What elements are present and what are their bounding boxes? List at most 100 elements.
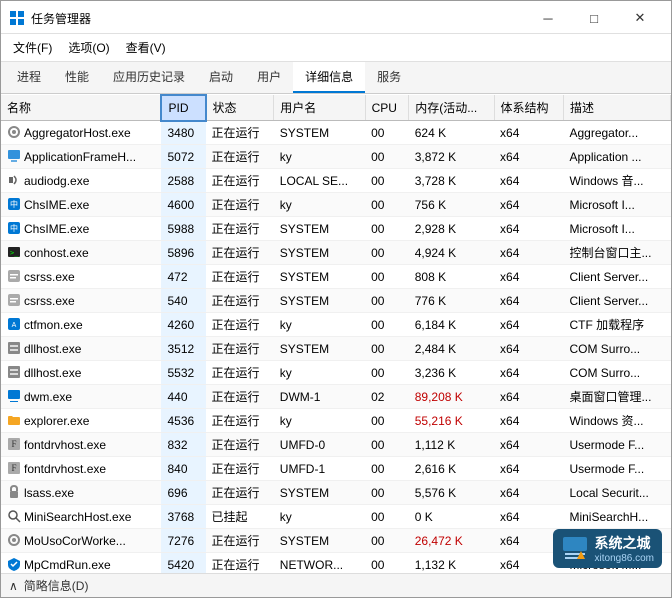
col-header-status[interactable]: 状态 (206, 95, 274, 121)
svg-text:中: 中 (10, 199, 18, 209)
process-pid: 3512 (161, 337, 205, 361)
process-arch: x64 (494, 361, 563, 385)
status-bar[interactable]: ∧ 简略信息(D) (1, 573, 671, 597)
process-cpu: 00 (365, 121, 409, 145)
process-arch: x64 (494, 409, 563, 433)
col-header-cpu[interactable]: CPU (365, 95, 409, 121)
table-row[interactable]: audiodg.exe2588正在运行LOCAL SE...003,728 Kx… (1, 169, 671, 193)
process-arch: x64 (494, 265, 563, 289)
table-row[interactable]: Actfmon.exe4260正在运行ky006,184 Kx64CTF 加载程… (1, 313, 671, 337)
menu-item[interactable]: 文件(F) (5, 36, 60, 59)
process-user: UMFD-1 (274, 457, 365, 481)
table-row[interactable]: explorer.exe4536正在运行ky0055,216 Kx64Windo… (1, 409, 671, 433)
process-status: 正在运行 (206, 433, 274, 457)
process-arch: x64 (494, 385, 563, 409)
table-header-row: 名称PID状态用户名CPU内存(活动...体系结构描述 (1, 95, 671, 121)
process-status: 已挂起 (206, 505, 274, 529)
table-row[interactable]: ApplicationFrameH...5072正在运行ky003,872 Kx… (1, 145, 671, 169)
table-row[interactable]: dwm.exe440正在运行DWM-10289,208 Kx64桌面窗口管理..… (1, 385, 671, 409)
process-arch: x64 (494, 481, 563, 505)
process-memory: 2,484 K (409, 337, 494, 361)
svg-text:A: A (12, 322, 17, 329)
menu-item[interactable]: 选项(O) (60, 36, 117, 59)
process-arch: x64 (494, 505, 563, 529)
process-icon (7, 413, 21, 427)
process-pid: 7276 (161, 529, 205, 553)
process-pid: 540 (161, 289, 205, 313)
table-row[interactable]: Ffontdrvhost.exe832正在运行UMFD-0001,112 Kx6… (1, 433, 671, 457)
table-row[interactable]: AggregatorHost.exe3480正在运行SYSTEM00624 Kx… (1, 121, 671, 145)
table-row[interactable]: Ffontdrvhost.exe840正在运行UMFD-1002,616 Kx6… (1, 457, 671, 481)
process-icon (7, 485, 21, 499)
process-icon (7, 173, 21, 187)
table-row[interactable]: 中ChsIME.exe5988正在运行SYSTEM002,928 Kx64Mic… (1, 217, 671, 241)
process-user: SYSTEM (274, 481, 365, 505)
col-header-arch[interactable]: 体系结构 (494, 95, 563, 121)
table-row[interactable]: >_conhost.exe5896正在运行SYSTEM004,924 Kx64控… (1, 241, 671, 265)
process-desc: Application ... (563, 145, 670, 169)
process-table-container[interactable]: 名称PID状态用户名CPU内存(活动...体系结构描述 AggregatorHo… (1, 94, 671, 573)
process-pid: 5896 (161, 241, 205, 265)
tab-进程[interactable]: 进程 (5, 62, 53, 93)
process-name: ChsIME.exe (24, 198, 89, 212)
process-pid: 2588 (161, 169, 205, 193)
process-desc: MoUSO Cor... (563, 529, 670, 553)
process-cpu: 00 (365, 361, 409, 385)
process-arch: x64 (494, 241, 563, 265)
process-memory: 3,236 K (409, 361, 494, 385)
table-row[interactable]: MpCmdRun.exe5420正在运行NETWOR...001,132 Kx6… (1, 553, 671, 574)
process-desc: COM Surro... (563, 361, 670, 385)
process-memory: 3,872 K (409, 145, 494, 169)
process-status: 正在运行 (206, 361, 274, 385)
table-row[interactable]: lsass.exe696正在运行SYSTEM005,576 Kx64Local … (1, 481, 671, 505)
col-header-user[interactable]: 用户名 (274, 95, 365, 121)
process-pid: 440 (161, 385, 205, 409)
tab-应用历史记录[interactable]: 应用历史记录 (101, 62, 197, 93)
col-header-name[interactable]: 名称 (1, 95, 161, 121)
process-status: 正在运行 (206, 481, 274, 505)
maximize-button[interactable]: □ (571, 7, 617, 29)
process-cpu: 00 (365, 553, 409, 574)
process-arch: x64 (494, 193, 563, 217)
process-name: ctfmon.exe (24, 318, 83, 332)
process-desc: Usermode F... (563, 433, 670, 457)
menu-item[interactable]: 查看(V) (118, 36, 174, 59)
table-row[interactable]: MiniSearchHost.exe3768已挂起ky000 Kx64MiniS… (1, 505, 671, 529)
process-name: fontdrvhost.exe (24, 462, 106, 476)
process-name-cell: csrss.exe (1, 265, 161, 289)
table-row[interactable]: csrss.exe540正在运行SYSTEM00776 Kx64Client S… (1, 289, 671, 313)
table-row[interactable]: csrss.exe472正在运行SYSTEM00808 Kx64Client S… (1, 265, 671, 289)
table-row[interactable]: dllhost.exe5532正在运行ky003,236 Kx64COM Sur… (1, 361, 671, 385)
process-pid: 5072 (161, 145, 205, 169)
process-arch: x64 (494, 145, 563, 169)
table-row[interactable]: dllhost.exe3512正在运行SYSTEM002,484 Kx64COM… (1, 337, 671, 361)
process-desc: Local Securit... (563, 481, 670, 505)
process-cpu: 00 (365, 193, 409, 217)
process-memory: 5,576 K (409, 481, 494, 505)
col-header-memory[interactable]: 内存(活动... (409, 95, 494, 121)
process-name-cell: lsass.exe (1, 481, 161, 505)
col-header-pid[interactable]: PID (161, 95, 205, 121)
process-pid: 472 (161, 265, 205, 289)
col-header-desc[interactable]: 描述 (563, 95, 670, 121)
process-pid: 4600 (161, 193, 205, 217)
tab-启动[interactable]: 启动 (197, 62, 245, 93)
table-row[interactable]: MoUsoCorWorke...7276正在运行SYSTEM0026,472 K… (1, 529, 671, 553)
process-desc: Microsoft I... (563, 193, 670, 217)
tab-用户[interactable]: 用户 (245, 62, 293, 93)
tab-服务[interactable]: 服务 (365, 62, 413, 93)
close-button[interactable]: ✕ (617, 7, 663, 29)
process-status: 正在运行 (206, 193, 274, 217)
process-arch: x64 (494, 313, 563, 337)
tab-详细信息[interactable]: 详细信息 (293, 62, 365, 93)
process-desc: Aggregator... (563, 121, 670, 145)
process-desc: Client Server... (563, 265, 670, 289)
tab-性能[interactable]: 性能 (53, 62, 101, 93)
process-user: ky (274, 313, 365, 337)
minimize-button[interactable]: ─ (525, 7, 571, 29)
table-row[interactable]: 中ChsIME.exe4600正在运行ky00756 Kx64Microsoft… (1, 193, 671, 217)
process-desc: Windows 音... (563, 169, 670, 193)
process-arch: x64 (494, 121, 563, 145)
process-pid: 832 (161, 433, 205, 457)
process-name: audiodg.exe (24, 174, 89, 188)
